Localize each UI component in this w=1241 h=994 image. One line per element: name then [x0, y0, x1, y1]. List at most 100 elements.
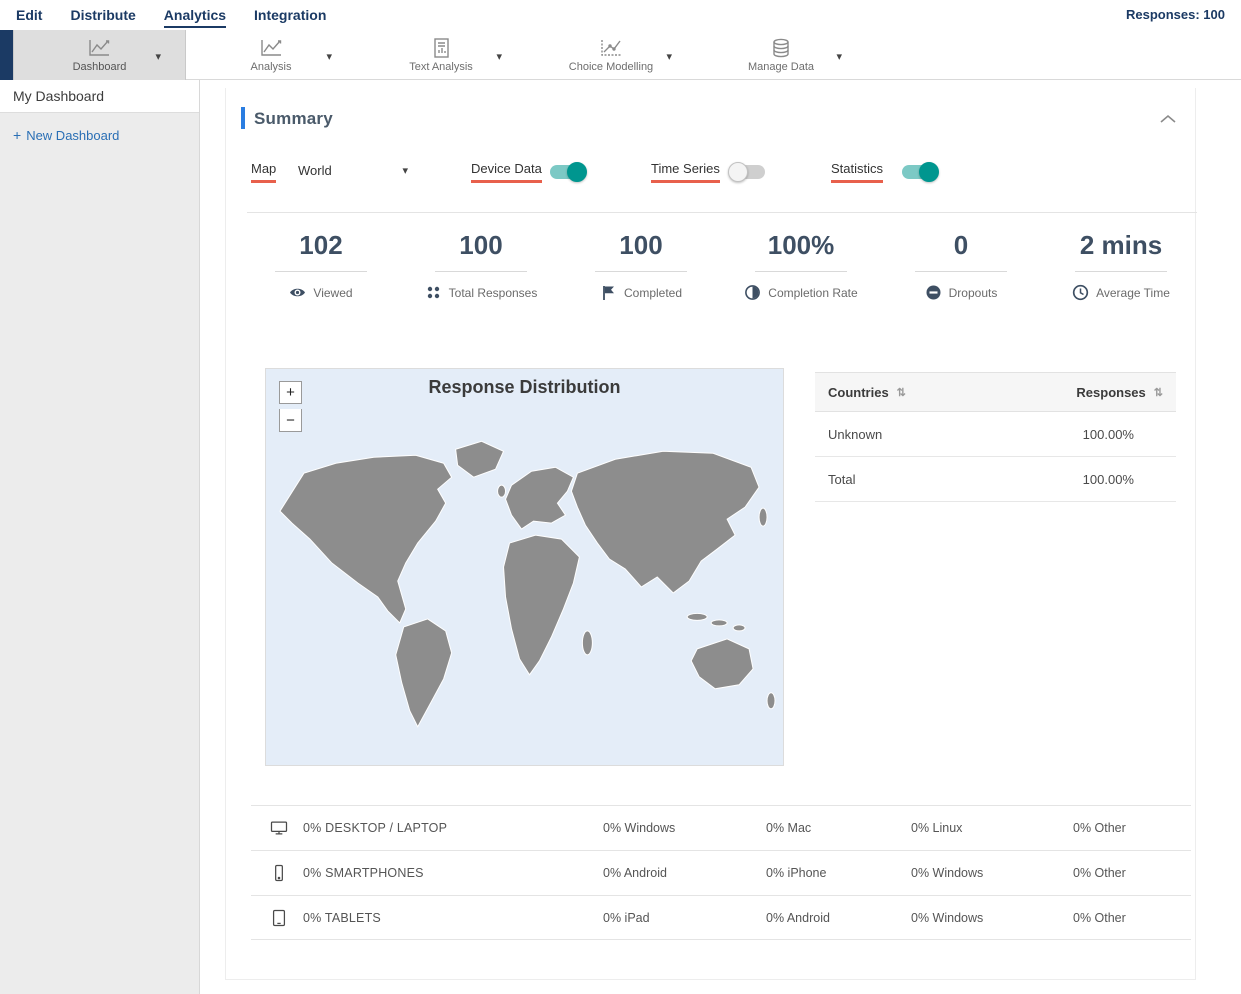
map-indonesia-3	[732, 624, 746, 632]
stat-value: 100	[459, 230, 503, 260]
sort-icon[interactable]: ⇅	[897, 386, 906, 399]
stat-average-time: 2 mins Average Time	[1041, 230, 1201, 301]
time-series-toggle[interactable]	[728, 162, 765, 182]
map-asia	[570, 450, 760, 594]
sort-icon[interactable]: ⇅	[1154, 386, 1163, 399]
dashboard-chart-icon	[89, 40, 110, 56]
responses-header-label[interactable]: Responses	[1076, 385, 1145, 400]
eye-icon	[290, 288, 306, 297]
toolbar-item-label: Manage Data	[747, 61, 815, 73]
map-north-america	[279, 454, 453, 624]
top-nav: Edit Distribute Analytics Integration Re…	[0, 0, 1241, 30]
analytics-toolbar: Dashboard ▾ Analysis ▾ Text Analysis ▾ C…	[0, 30, 1241, 80]
device-data-label: Device Data	[471, 161, 542, 183]
collapse-chevron-icon[interactable]	[1159, 112, 1177, 126]
stat-rule	[435, 271, 527, 272]
chevron-down-icon[interactable]: ▾	[155, 50, 161, 63]
map-region-select[interactable]: World ▾	[298, 158, 408, 182]
minus-circle-icon	[926, 285, 941, 300]
chevron-down-icon[interactable]: ▾	[666, 50, 672, 63]
analysis-chart-icon	[261, 40, 282, 56]
device-stat: 0% Other	[1073, 866, 1126, 880]
sidebar-item-my-dashboard[interactable]: My Dashboard	[0, 80, 199, 113]
map-indonesia-1	[686, 612, 708, 621]
toolbar-item-text-analysis[interactable]: Text Analysis ▾	[356, 30, 526, 80]
statistics-toggle[interactable]	[902, 162, 939, 182]
stat-viewed: 102 Viewed	[241, 230, 401, 301]
device-stat: 0% Other	[1073, 911, 1126, 925]
toolbar-item-label: Text Analysis	[409, 61, 473, 73]
stat-value: 2 mins	[1079, 230, 1163, 260]
map-madagascar	[581, 630, 593, 656]
new-dashboard-button[interactable]: + New Dashboard	[13, 127, 199, 143]
map-australia	[690, 638, 754, 690]
device-label: 0% SMARTPHONES	[303, 866, 424, 880]
responses-cell: 100.00%	[1082, 426, 1134, 442]
new-dashboard-label: New Dashboard	[26, 127, 120, 143]
nav-item-edit[interactable]: Edit	[16, 3, 42, 28]
device-stat: 0% Android	[766, 911, 830, 925]
map-label: Map	[251, 161, 277, 183]
stat-value: 0	[953, 230, 969, 260]
toolbar-item-dashboard[interactable]: Dashboard ▾	[13, 30, 186, 80]
table-row: Unknown 100.00%	[815, 412, 1176, 457]
tablet-icon	[272, 909, 286, 927]
controls-divider	[247, 212, 1197, 213]
stat-label: Total Responses	[448, 285, 538, 300]
toolbar-edge-strip	[0, 30, 13, 80]
toolbar-item-choice-modelling[interactable]: Choice Modelling ▾	[526, 30, 696, 80]
map-region-value: World	[298, 162, 332, 178]
nav-item-distribute[interactable]: Distribute	[70, 3, 135, 28]
stat-value: 100%	[767, 230, 835, 260]
chevron-down-icon[interactable]: ▾	[496, 50, 502, 63]
dashboard-sidebar: My Dashboard + New Dashboard	[0, 80, 200, 994]
table-row: Total 100.00%	[815, 457, 1176, 502]
half-circle-icon	[745, 285, 761, 300]
database-icon	[773, 38, 789, 58]
toolbar-item-analysis[interactable]: Analysis ▾	[186, 30, 356, 80]
zoom-in-button[interactable]: +	[279, 381, 302, 404]
smartphone-icon	[275, 864, 283, 882]
toolbar-item-label: Analysis	[250, 61, 292, 73]
chevron-down-icon[interactable]: ▾	[326, 50, 332, 63]
device-row-tablet: 0% TABLETS 0% iPad 0% Android 0% Windows…	[251, 895, 1191, 940]
map-south-america	[395, 618, 453, 728]
country-cell: Unknown	[828, 426, 883, 442]
chevron-down-icon: ▾	[402, 164, 408, 177]
world-map[interactable]	[266, 395, 784, 766]
device-stat: 0% Linux	[911, 821, 963, 835]
country-cell: Total	[828, 471, 856, 487]
device-stat: 0% Windows	[911, 866, 984, 880]
map-japan	[758, 507, 768, 527]
choice-modelling-icon	[601, 40, 621, 56]
zoom-out-button[interactable]: −	[279, 409, 302, 432]
chevron-down-icon[interactable]: ▾	[836, 50, 842, 63]
stat-rule	[915, 271, 1007, 272]
toolbar-item-label: Choice Modelling	[568, 61, 654, 73]
summary-title: Summary	[254, 109, 333, 128]
stat-label: Completed	[623, 285, 683, 300]
analytics-dashboard-page: Edit Distribute Analytics Integration Re…	[0, 0, 1241, 994]
device-data-toggle[interactable]	[550, 162, 587, 182]
countries-header-label[interactable]: Countries	[828, 385, 889, 400]
device-stat: 0% Android	[603, 866, 667, 880]
time-series-label: Time Series	[651, 161, 720, 183]
map-uk	[497, 484, 507, 498]
stat-label: Average Time	[1096, 285, 1170, 300]
summary-panel: Summary Map World ▾ Device Data Time Ser…	[225, 88, 1197, 980]
stat-rule	[275, 271, 367, 272]
stat-completion-rate: 100% Completion Rate	[721, 230, 881, 301]
dots-grid-icon	[427, 286, 439, 299]
device-label: 0% DESKTOP / LAPTOP	[303, 821, 448, 835]
responses-count: Responses: 100	[1126, 7, 1225, 22]
map-new-zealand	[766, 692, 776, 710]
nav-item-integration[interactable]: Integration	[254, 3, 326, 28]
flag-icon	[603, 286, 614, 300]
text-analysis-icon	[434, 38, 449, 58]
nav-item-analytics[interactable]: Analytics	[163, 3, 227, 28]
toolbar-item-manage-data[interactable]: Manage Data ▾	[696, 30, 866, 80]
device-stat: 0% iPhone	[766, 866, 827, 880]
summary-accent-bar	[241, 107, 245, 129]
response-distribution-map[interactable]: Response Distribution + −	[265, 368, 784, 766]
stat-rule	[755, 271, 847, 272]
